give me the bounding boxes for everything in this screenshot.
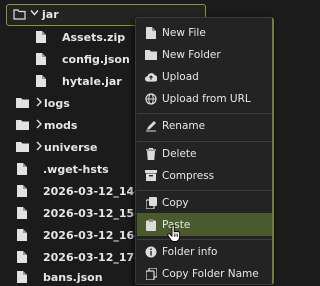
tree-item-label: bans.json bbox=[43, 271, 103, 284]
new-file-icon bbox=[145, 26, 157, 39]
copy-name-icon bbox=[145, 267, 157, 280]
menu-item-new-folder[interactable]: New Folder bbox=[137, 43, 272, 66]
folder-open-icon bbox=[13, 9, 26, 20]
tree-item-label: logs bbox=[44, 97, 70, 110]
archive-icon bbox=[145, 170, 157, 182]
menu-item-new-file[interactable]: New File bbox=[137, 21, 272, 44]
file-icon bbox=[17, 185, 27, 197]
menu-item-label: New File bbox=[162, 26, 206, 39]
file-icon bbox=[36, 31, 46, 43]
globe-icon bbox=[145, 92, 157, 105]
menu-item-paste[interactable]: Paste bbox=[137, 213, 272, 236]
chevron-right-icon[interactable] bbox=[35, 119, 43, 132]
menu-item-upload-from-url[interactable]: Upload from URL bbox=[137, 87, 272, 110]
menu-item-copy[interactable]: Copy bbox=[137, 191, 272, 214]
menu-item-folder-info[interactable]: Folder info bbox=[137, 240, 272, 263]
menu-item-label: Rename bbox=[162, 119, 206, 132]
trash-icon bbox=[145, 147, 157, 160]
info-icon bbox=[145, 246, 157, 258]
file-icon bbox=[17, 251, 27, 263]
upload-cloud-icon bbox=[145, 71, 157, 83]
menu-item-label: Folder info bbox=[162, 245, 218, 258]
tree-item-label: config.json bbox=[62, 53, 130, 66]
context-menu: New File New Folder Upload Upload from U… bbox=[135, 17, 274, 285]
folder-icon bbox=[16, 142, 29, 152]
chevron-down-icon[interactable] bbox=[30, 8, 39, 20]
menu-item-label: Copy bbox=[162, 196, 189, 209]
tree-item-label: universe bbox=[44, 141, 98, 154]
menu-item-label: Delete bbox=[162, 147, 197, 160]
menu-item-label: Upload bbox=[162, 70, 199, 83]
tree-item-label: jar bbox=[42, 8, 59, 21]
menu-item-label: Compress bbox=[162, 169, 215, 182]
tree-item-label: Assets.zip bbox=[62, 31, 126, 44]
menu-item-copy-folder-name[interactable]: Copy Folder Name bbox=[137, 262, 272, 285]
tree-item-label: hytale.jar bbox=[62, 75, 122, 88]
chevron-right-icon[interactable] bbox=[35, 97, 43, 110]
hand-cursor-icon bbox=[167, 224, 181, 245]
copy-icon bbox=[145, 196, 157, 209]
file-icon bbox=[17, 229, 27, 241]
menu-item-compress[interactable]: Compress bbox=[137, 164, 272, 187]
menu-item-rename[interactable]: Rename bbox=[137, 114, 272, 137]
menu-item-label: Copy Folder Name bbox=[162, 267, 259, 280]
file-icon bbox=[17, 207, 27, 219]
file-icon bbox=[17, 163, 27, 175]
new-folder-icon bbox=[145, 49, 157, 61]
file-icon bbox=[17, 271, 27, 283]
menu-item-upload[interactable]: Upload bbox=[137, 65, 272, 88]
chevron-right-icon[interactable] bbox=[35, 141, 43, 154]
folder-icon bbox=[16, 120, 29, 130]
menu-item-label: New Folder bbox=[162, 48, 221, 61]
pencil-icon bbox=[145, 120, 157, 132]
tree-item-label: .wget-hsts bbox=[43, 163, 109, 176]
paste-icon bbox=[145, 218, 157, 231]
menu-item-delete[interactable]: Delete bbox=[137, 142, 272, 165]
file-icon bbox=[36, 75, 46, 87]
file-icon bbox=[36, 53, 46, 65]
tree-item-label: mods bbox=[44, 119, 78, 132]
menu-item-label: Upload from URL bbox=[162, 92, 251, 105]
folder-icon bbox=[16, 98, 29, 108]
